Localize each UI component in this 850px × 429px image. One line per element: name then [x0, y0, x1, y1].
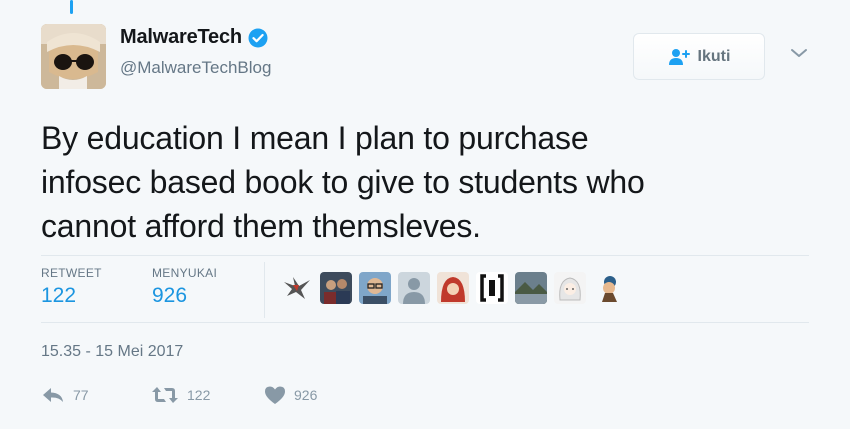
retweet-button[interactable]: 122: [151, 385, 264, 405]
liker-avatar-red-hood[interactable]: [437, 272, 469, 304]
author-name-text: MalwareTech: [120, 26, 242, 48]
liker-avatar-man-glasses[interactable]: [359, 272, 391, 304]
author-avatar[interactable]: [41, 24, 106, 89]
tweet-permalink: MalwareTech @MalwareTechBlog Ikuti By ed…: [0, 0, 850, 429]
tweet-stats: RETWEET 122 MENYUKAI 926: [41, 255, 809, 323]
liker-avatar-cartoon[interactable]: [593, 272, 625, 304]
liker-avatar-group-photo[interactable]: [320, 272, 352, 304]
liker-avatars: [281, 272, 625, 304]
tweet-text-line: cannot afford them themsleves.: [41, 208, 481, 244]
liker-avatar-landscape[interactable]: [515, 272, 547, 304]
like-count: 926: [294, 387, 318, 403]
liker-avatar-anime[interactable]: [554, 272, 586, 304]
liker-avatar-braces-logo[interactable]: [476, 272, 508, 304]
reply-button[interactable]: 77: [41, 385, 151, 405]
tweet-actions: 77 122 926: [41, 385, 317, 405]
retweets-stat[interactable]: RETWEET 122: [41, 266, 102, 308]
heart-icon: [265, 386, 285, 404]
profile-photo-icon: [41, 24, 106, 89]
likes-label: MENYUKAI: [152, 266, 218, 280]
reply-count: 77: [73, 387, 89, 403]
tweet-text-line: By education I mean I plan to purchase: [41, 120, 589, 156]
stats-divider: [264, 262, 265, 318]
verified-badge-icon: [248, 28, 268, 48]
chevron-down-icon[interactable]: [790, 47, 808, 59]
likes-count: 926: [152, 284, 188, 307]
author-handle[interactable]: @MalwareTechBlog: [120, 58, 271, 78]
author-name[interactable]: MalwareTech: [120, 26, 268, 49]
follow-button[interactable]: Ikuti: [633, 33, 765, 80]
follow-button-label: Ikuti: [697, 47, 731, 65]
tweet-text-line: infosec based book to give to students w…: [41, 164, 645, 200]
tweet-timestamp[interactable]: 15.35 - 15 Mei 2017: [41, 343, 183, 361]
retweets-label: RETWEET: [41, 266, 102, 280]
liker-avatar-bird[interactable]: [281, 272, 313, 304]
tweet-text: By education I mean I plan to purchase i…: [41, 116, 821, 248]
retweets-count: 122: [41, 284, 77, 307]
likes-stat[interactable]: MENYUKAI 926: [152, 266, 217, 308]
like-button[interactable]: 926: [264, 385, 317, 405]
thread-connector-line: [70, 0, 73, 14]
retweet-count: 122: [187, 387, 211, 403]
liker-avatar-default[interactable]: [398, 272, 430, 304]
retweet-icon: [152, 387, 178, 403]
reply-icon: [43, 388, 63, 402]
add-user-icon: [668, 48, 690, 66]
